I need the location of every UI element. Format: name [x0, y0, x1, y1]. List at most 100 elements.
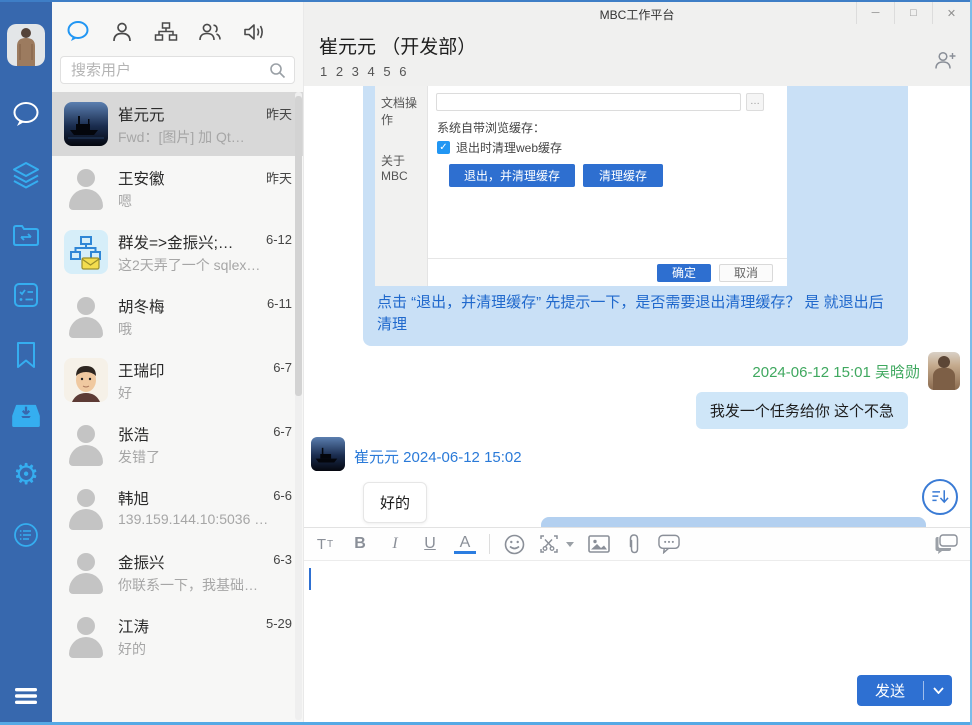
contact-date: 6-11 — [267, 296, 292, 311]
list-item[interactable]: 江涛 5-29 好的 — [52, 604, 303, 668]
list-item[interactable]: 张浩 6-7 发错了 — [52, 412, 303, 476]
contact-name: 张浩 — [118, 423, 149, 445]
chat-records-icon[interactable] — [934, 533, 958, 560]
contact-name: 崔元元 — [118, 103, 165, 125]
contact-date: 昨天 — [266, 104, 292, 123]
image-icon[interactable] — [588, 532, 610, 556]
list-item[interactable]: 王瑞印 6-7 好 — [52, 348, 303, 412]
contact-preview: 哦 — [118, 319, 293, 339]
current-user-avatar[interactable] — [7, 24, 45, 66]
dialog-checkbox-label: 退出时清理web缓存 — [456, 139, 562, 156]
org-structure-icon[interactable] — [154, 20, 178, 44]
contact-preview: 发错了 — [118, 447, 293, 467]
send-label: 发送 — [857, 680, 923, 701]
list-item[interactable]: 韩旭 6-6 139.159.144.10:5036 … — [52, 476, 303, 540]
avatar — [64, 422, 108, 466]
contact-name: 江涛 — [118, 615, 149, 637]
tasks-icon[interactable] — [11, 280, 41, 310]
contact-preview: Fwd：[图片] 加 Qt… — [118, 127, 293, 147]
font-size-icon[interactable]: TT — [314, 532, 336, 556]
message-input[interactable]: 发送 — [304, 562, 970, 722]
settings-gear-icon[interactable]: ⚙ — [11, 460, 41, 490]
window-border-top — [0, 0, 972, 2]
contact-date: 6-12 — [266, 232, 292, 247]
screenshot-dropdown-icon[interactable] — [565, 532, 575, 556]
announcement-speaker-icon[interactable] — [242, 20, 266, 44]
font-color-icon[interactable]: A — [454, 535, 476, 554]
layers-icon[interactable] — [11, 160, 41, 190]
close-button[interactable]: ✕ — [932, 2, 970, 24]
list-item[interactable]: 群发=>金振兴;… 6-12 这2天弄了一个 sqlex… — [52, 220, 303, 284]
left-rail: ⚙ — [0, 2, 52, 722]
avatar — [64, 166, 108, 210]
dialog-cache-label: 系统自带浏览缓存： — [437, 119, 545, 136]
dialog-clear-button: 清理缓存 — [583, 164, 663, 187]
bookmark-icon[interactable] — [11, 340, 41, 370]
format-toolbar: TT B I U A — [304, 527, 970, 561]
message-scroll-area[interactable]: 文档操作 关于MBC … 系统自带浏览缓存： ✓ 退出时清理web缓存 — [304, 86, 970, 527]
emoji-icon[interactable] — [503, 532, 525, 556]
chat-header: 崔元元 （开发部） 1 2 3 4 5 6 — [304, 24, 970, 86]
message-caption: 点击 “退出，并清理缓存” 先提示一下，是否需要退出清理缓存？ 是 就退出后清理 — [363, 286, 908, 346]
page-numbers[interactable]: 1 2 3 4 5 6 — [320, 64, 406, 79]
folder-transfer-icon[interactable] — [11, 220, 41, 250]
groups-icon[interactable] — [198, 20, 222, 44]
avatar — [64, 550, 108, 594]
contact-name: 金振兴 — [118, 551, 165, 573]
outgoing-message: 我发一个任务给你 这个不急 — [304, 392, 908, 429]
contact-name: 王瑞印 — [118, 359, 165, 381]
italic-icon[interactable]: I — [384, 532, 406, 556]
message-meta-left: 崔元元 2024-06-12 15:02 — [311, 437, 970, 476]
avatar — [64, 230, 108, 274]
dialog-ok-button: 确定 — [657, 264, 711, 282]
contacts-scrollbar[interactable] — [295, 92, 302, 720]
list-item[interactable]: 崔元元 昨天 Fwd：[图片] 加 Qt… — [52, 92, 303, 156]
titlebar[interactable]: MBC工作平台 ─ □ ✕ — [304, 2, 970, 24]
scroll-to-bottom-button[interactable] — [922, 479, 958, 515]
send-button[interactable]: 发送 — [857, 675, 952, 706]
attachment-icon[interactable] — [623, 532, 645, 556]
contact-date: 6-7 — [273, 360, 292, 375]
contact-preview: 好 — [118, 383, 293, 403]
chat-icon[interactable] — [11, 100, 41, 130]
contacts-panel: 崔元元 昨天 Fwd：[图片] 加 Qt… 王安徽 昨天 嗯 群发=>金振兴;…… — [52, 2, 303, 722]
inbox-download-icon[interactable] — [11, 400, 41, 430]
dialog-sidebar-item: 关于MBC — [375, 152, 427, 207]
incoming-message-text: 好的 — [363, 482, 427, 523]
contact-preview: 139.159.144.10:5036 … — [118, 511, 293, 527]
search-box — [60, 56, 295, 84]
avatar — [64, 102, 108, 146]
maximize-button[interactable]: □ — [894, 2, 932, 24]
send-dropdown-icon[interactable] — [924, 687, 952, 694]
underline-icon[interactable]: U — [419, 532, 441, 556]
contact-preview: 这2天弄了一个 sqlex… — [118, 255, 293, 275]
screenshot-icon[interactable] — [538, 532, 560, 556]
avatar — [64, 614, 108, 658]
about-list-icon[interactable] — [11, 520, 41, 550]
incoming-message-bubble: 文档操作 关于MBC … 系统自带浏览缓存： ✓ 退出时清理web缓存 — [363, 86, 908, 346]
contact-name: 韩旭 — [118, 487, 149, 509]
list-item[interactable]: 王安徽 昨天 嗯 — [52, 156, 303, 220]
app-window: ⚙ — [0, 0, 972, 725]
contact-name: 胡冬梅 — [118, 295, 165, 317]
menu-hamburger-icon[interactable] — [0, 688, 52, 704]
contact-name: 群发=>金振兴;… — [118, 231, 233, 253]
bold-icon[interactable]: B — [349, 532, 371, 556]
message-meta-right: 2024-06-12 15:01 吴晗勋 — [304, 352, 960, 390]
search-icon — [269, 62, 286, 84]
add-person-icon[interactable] — [934, 50, 956, 75]
chat-bubble-icon[interactable] — [66, 20, 90, 44]
search-input[interactable] — [61, 62, 294, 79]
comment-icon[interactable] — [658, 532, 680, 556]
contact-person-icon[interactable] — [110, 20, 134, 44]
list-item[interactable]: 金振兴 6-3 你联系一下，我基础… — [52, 540, 303, 604]
contacts-toolbar — [52, 2, 303, 46]
minimize-button[interactable]: ─ — [856, 2, 894, 24]
avatar — [64, 294, 108, 338]
timestamp-sender: 2024-06-12 15:01 吴晗勋 — [752, 361, 920, 382]
contact-date: 6-3 — [273, 552, 292, 567]
avatar — [64, 486, 108, 530]
sender-name-time[interactable]: 崔元元 2024-06-12 15:02 — [354, 446, 522, 467]
contact-preview: 嗯 — [118, 191, 293, 211]
list-item[interactable]: 胡冬梅 6-11 哦 — [52, 284, 303, 348]
